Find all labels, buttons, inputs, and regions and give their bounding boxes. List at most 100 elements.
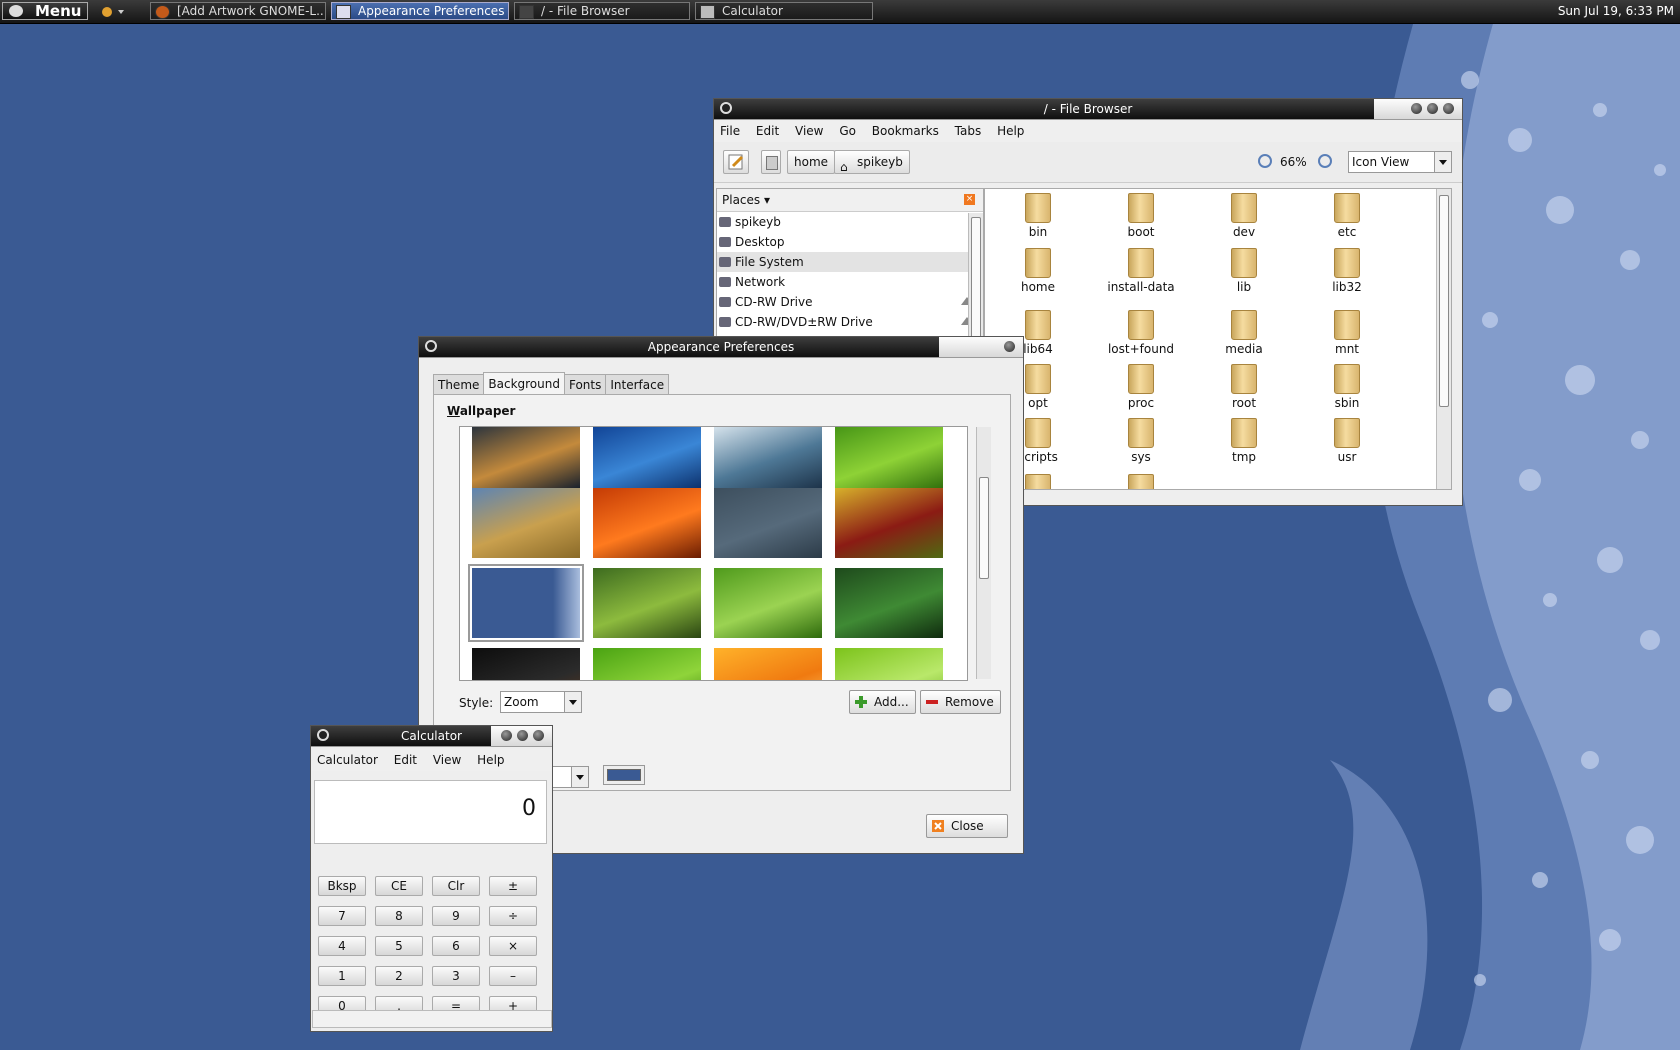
calc-key[interactable]: 4 bbox=[318, 936, 366, 956]
menu-calculator[interactable]: Calculator bbox=[317, 753, 378, 767]
file-item[interactable]: etc bbox=[1302, 193, 1392, 239]
calc-key[interactable]: Bksp bbox=[318, 876, 366, 896]
maximize-icon[interactable] bbox=[1427, 103, 1438, 114]
file-item[interactable]: lib32 bbox=[1302, 248, 1392, 294]
file-item[interactable]: lost+found bbox=[1096, 310, 1186, 356]
main-menu-button[interactable]: Menu bbox=[2, 2, 88, 20]
file-item[interactable]: proc bbox=[1096, 364, 1186, 410]
wallpaper-thumb-dark-leaf[interactable] bbox=[835, 568, 943, 638]
wallpaper-thumb-coast-dusk[interactable] bbox=[472, 427, 580, 491]
file-item[interactable]: boot bbox=[1096, 193, 1186, 239]
launcher-icon[interactable] bbox=[100, 4, 126, 19]
menu-go[interactable]: Go bbox=[839, 124, 856, 138]
close-icon[interactable] bbox=[533, 730, 544, 741]
file-item[interactable]: home bbox=[993, 248, 1083, 294]
sidebar-item-0[interactable]: spikeyb bbox=[717, 212, 983, 232]
wallpaper-thumb-blue-gray-bubbles[interactable] bbox=[714, 488, 822, 558]
calc-key[interactable]: 3 bbox=[432, 966, 480, 986]
path-root-button[interactable] bbox=[761, 150, 781, 174]
file-item[interactable]: media bbox=[1199, 310, 1289, 356]
tab-interface[interactable]: Interface bbox=[605, 374, 670, 395]
zoom-out-icon[interactable] bbox=[1258, 154, 1272, 168]
sidebar-item-1[interactable]: Desktop bbox=[717, 232, 983, 252]
calc-key[interactable]: 7 bbox=[318, 906, 366, 926]
menu-bookmarks[interactable]: Bookmarks bbox=[872, 124, 939, 138]
path-home-button[interactable]: home bbox=[787, 150, 836, 174]
file-item[interactable]: dev bbox=[1199, 193, 1289, 239]
menu-edit[interactable]: Edit bbox=[394, 753, 417, 767]
calc-key[interactable]: × bbox=[489, 936, 537, 956]
title-bar[interactable]: Calculator bbox=[311, 726, 552, 747]
wallpaper-thumb-grass-beach[interactable] bbox=[472, 488, 580, 558]
menu-view[interactable]: View bbox=[795, 124, 823, 138]
calc-key[interactable]: 5 bbox=[375, 936, 423, 956]
calc-key[interactable]: 6 bbox=[432, 936, 480, 956]
sidebar-item-2[interactable]: File System bbox=[717, 252, 983, 272]
wallpaper-scrollbar[interactable] bbox=[976, 427, 991, 679]
menu-help[interactable]: Help bbox=[477, 753, 504, 767]
edit-location-button[interactable] bbox=[723, 150, 749, 174]
sidebar-item-5[interactable]: CD-RW/DVD±RW Drive bbox=[717, 312, 983, 332]
wallpaper-thumb-grass-blades[interactable] bbox=[714, 568, 822, 638]
calc-key[interactable]: Clr bbox=[432, 876, 480, 896]
task-button-appearance[interactable]: Appearance Preferences bbox=[331, 2, 509, 20]
file-item[interactable]: mnt bbox=[1302, 310, 1392, 356]
wallpaper-thumb-green-leaf[interactable] bbox=[835, 427, 943, 491]
title-bar[interactable]: Appearance Preferences bbox=[419, 337, 1023, 358]
file-item[interactable]: sbin bbox=[1302, 364, 1392, 410]
close-sidebar-icon[interactable]: × bbox=[964, 194, 975, 205]
minimize-icon[interactable] bbox=[501, 730, 512, 741]
calc-key[interactable]: ÷ bbox=[489, 906, 537, 926]
calc-key[interactable]: – bbox=[489, 966, 537, 986]
file-item[interactable]: usr bbox=[1302, 418, 1392, 464]
calc-key[interactable]: 8 bbox=[375, 906, 423, 926]
calc-key[interactable]: CE bbox=[375, 876, 423, 896]
wallpaper-thumb-dark-swirl[interactable] bbox=[472, 648, 580, 680]
calc-key[interactable]: 9 bbox=[432, 906, 480, 926]
close-icon[interactable] bbox=[1004, 341, 1015, 352]
tab-fonts[interactable]: Fonts bbox=[563, 374, 607, 395]
calc-key[interactable]: 2 bbox=[375, 966, 423, 986]
file-item[interactable]: root bbox=[1199, 364, 1289, 410]
wallpaper-thumb-lime-abstract[interactable] bbox=[835, 648, 943, 680]
zoom-in-icon[interactable] bbox=[1318, 154, 1332, 168]
close-button[interactable]: Close bbox=[926, 814, 1008, 838]
wallpaper-thumb-red-marigold[interactable] bbox=[835, 488, 943, 558]
task-button-calculator[interactable]: Calculator bbox=[695, 2, 873, 20]
wallpaper-thumb-orange-flower[interactable] bbox=[593, 488, 701, 558]
file-item[interactable]: sys bbox=[1096, 418, 1186, 464]
calc-key[interactable]: ± bbox=[489, 876, 537, 896]
wallpaper-thumb-water-drop[interactable] bbox=[714, 427, 822, 491]
wallpaper-thumb-orange-abstract[interactable] bbox=[714, 648, 822, 680]
clock[interactable]: Sun Jul 19, 6:33 PM bbox=[1558, 4, 1674, 18]
task-button-firefox[interactable]: [Add Artwork GNOME-L... bbox=[150, 2, 326, 20]
sidebar-item-3[interactable]: Network bbox=[717, 272, 983, 292]
wallpaper-thumb-green-abstract[interactable] bbox=[593, 648, 701, 680]
color-mode-select[interactable] bbox=[549, 766, 589, 788]
add-wallpaper-button[interactable]: Add... bbox=[849, 690, 916, 714]
wallpaper-thumb-blue-orbs[interactable] bbox=[593, 427, 701, 491]
menu-edit[interactable]: Edit bbox=[756, 124, 779, 138]
title-bar[interactable]: / - File Browser bbox=[714, 99, 1462, 120]
path-spikeyb-button[interactable]: ⌂ spikeyb bbox=[834, 150, 910, 174]
wallpaper-thumb-blue-waves[interactable] bbox=[468, 564, 584, 642]
close-icon[interactable] bbox=[1443, 103, 1454, 114]
file-item[interactable]: install-data bbox=[1096, 248, 1186, 294]
window-menu-icon[interactable] bbox=[720, 102, 732, 114]
menu-help[interactable]: Help bbox=[997, 124, 1024, 138]
minimize-icon[interactable] bbox=[1411, 103, 1422, 114]
calc-key[interactable]: 1 bbox=[318, 966, 366, 986]
file-item[interactable]: lib bbox=[1199, 248, 1289, 294]
background-color-button[interactable] bbox=[603, 765, 645, 785]
file-item[interactable]: tmp bbox=[1199, 418, 1289, 464]
menu-tabs[interactable]: Tabs bbox=[955, 124, 982, 138]
window-menu-icon[interactable] bbox=[317, 729, 329, 741]
zoom-level[interactable]: 66% bbox=[1280, 155, 1307, 169]
wallpaper-thumb-green-sprouts[interactable] bbox=[593, 568, 701, 638]
file-item-partial[interactable] bbox=[1096, 474, 1186, 489]
tab-background[interactable]: Background bbox=[483, 372, 565, 395]
tab-theme[interactable]: Theme bbox=[433, 374, 485, 395]
maximize-icon[interactable] bbox=[517, 730, 528, 741]
style-select[interactable]: Zoom bbox=[500, 691, 582, 713]
file-item[interactable]: bin bbox=[993, 193, 1083, 239]
